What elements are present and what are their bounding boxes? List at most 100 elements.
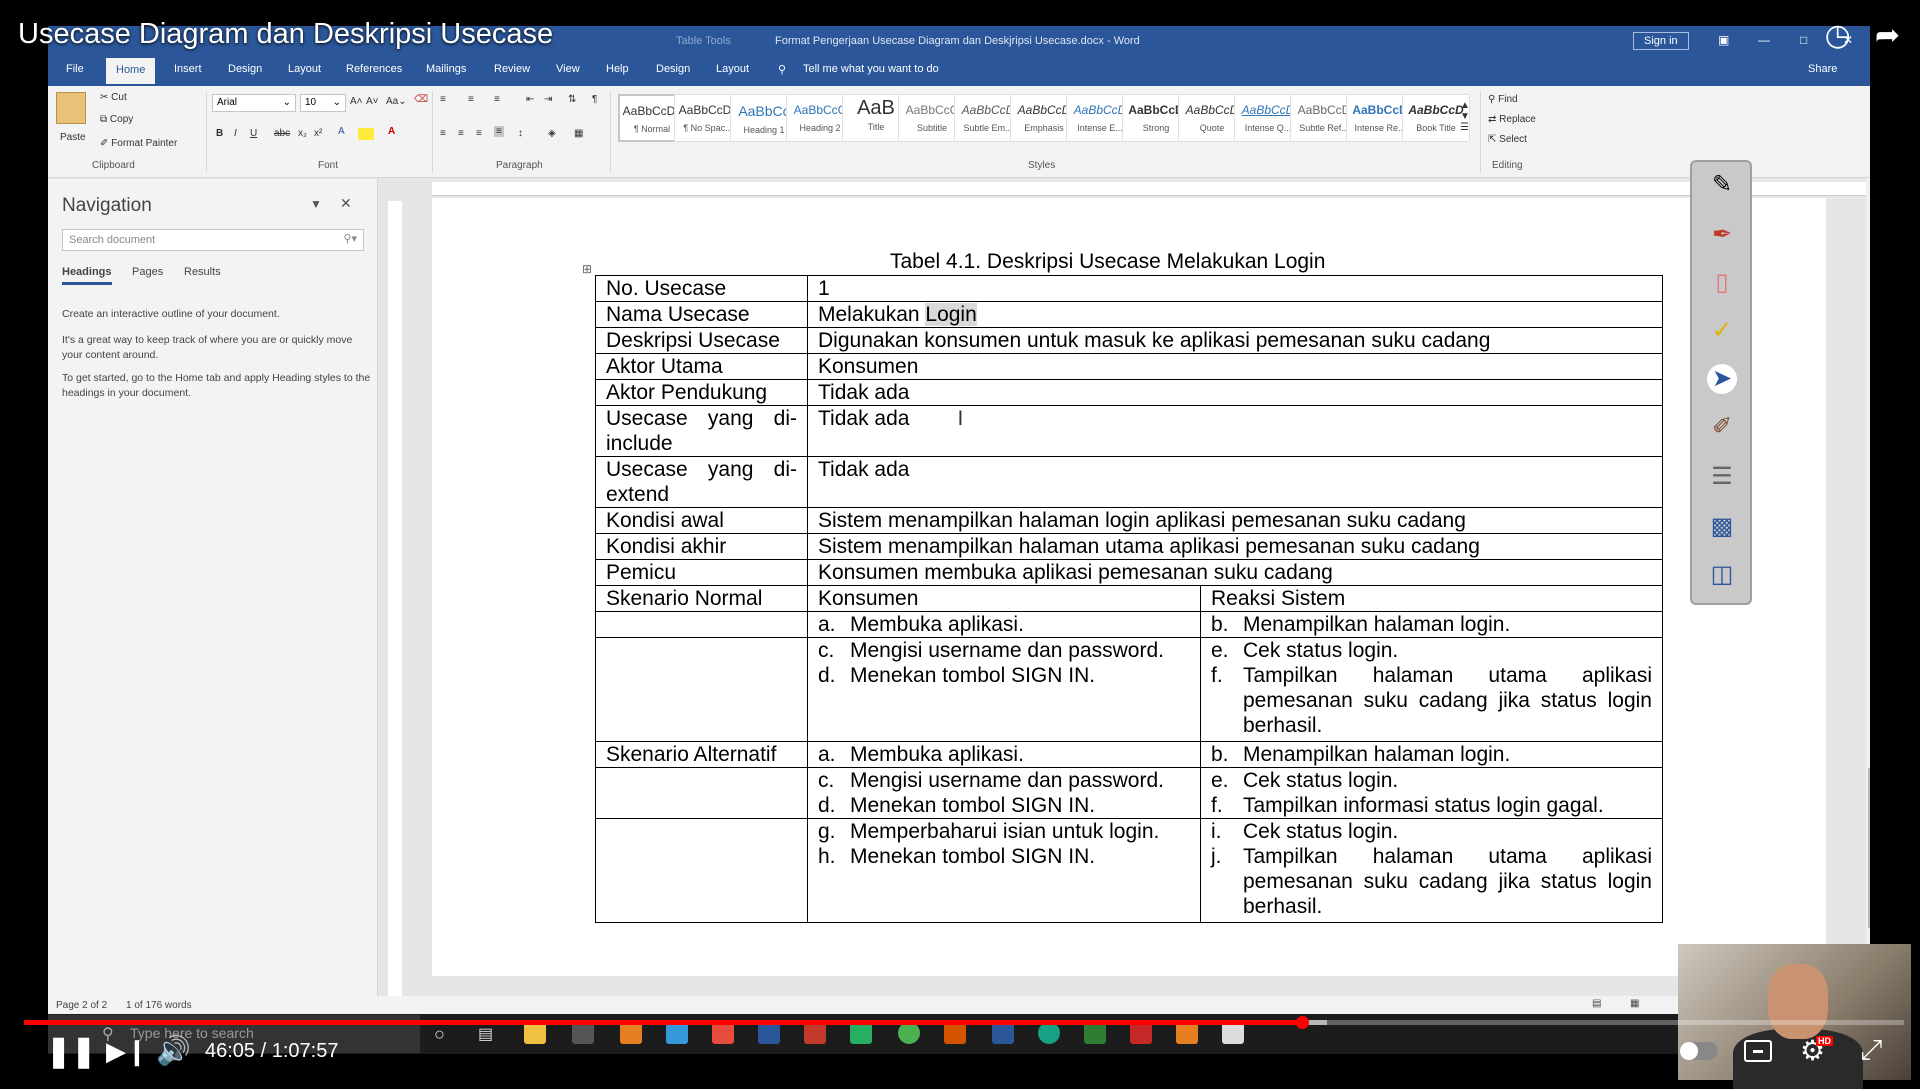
- borders-icon[interactable]: ▦: [574, 128, 583, 139]
- justify-icon[interactable]: ≡: [494, 126, 504, 137]
- row-value[interactable]: Melakukan Login: [807, 301, 1663, 328]
- tab-mailings[interactable]: Mailings: [426, 63, 466, 75]
- actor-step-cell[interactable]: c. Mengisi username dan password. d. Menek…: [807, 637, 1201, 742]
- row-value[interactable]: Konsumen: [807, 353, 1663, 380]
- vertical-ruler[interactable]: [388, 201, 402, 1011]
- text-effects-icon[interactable]: A: [338, 126, 345, 137]
- superscript-icon[interactable]: x²: [314, 128, 322, 139]
- autoplay-toggle-icon[interactable]: [1680, 1042, 1718, 1060]
- page-count[interactable]: Page 2 of 2: [56, 1000, 107, 1011]
- column-header-system[interactable]: Reaksi Sistem: [1200, 585, 1663, 612]
- align-center-icon[interactable]: ≡: [458, 128, 464, 139]
- clear-formatting-icon[interactable]: ⌫: [414, 94, 428, 105]
- actor-step-cell[interactable]: a. Membuka aplikasi.: [807, 611, 1201, 638]
- copy-button[interactable]: ⧉ Copy: [100, 114, 133, 125]
- grow-font-icon[interactable]: A˄: [350, 96, 363, 107]
- read-mode-icon[interactable]: ▤: [1592, 998, 1601, 1009]
- video-title[interactable]: Usecase Diagram dan Deskripsi Usecase: [18, 18, 553, 51]
- row-value[interactable]: Tidak ada: [807, 456, 1663, 508]
- tab-pages[interactable]: Pages: [132, 266, 163, 278]
- row-value[interactable]: Digunakan konsumen untuk masuk ke aplika…: [807, 327, 1663, 354]
- subtitles-icon[interactable]: ▬: [1744, 1040, 1772, 1062]
- app-icon[interactable]: [1222, 1022, 1244, 1044]
- system-step-cell[interactable]: b. Menampilkan halaman login.: [1200, 741, 1663, 768]
- row-value[interactable]: Sistem menampilkan halaman login aplikas…: [807, 507, 1663, 534]
- app-icon[interactable]: [850, 1022, 872, 1044]
- selected-text[interactable]: Login: [925, 303, 977, 326]
- cortana-icon[interactable]: ○: [434, 1024, 445, 1045]
- windows-icon[interactable]: ◫: [1707, 560, 1737, 590]
- tab-insert[interactable]: Insert: [174, 63, 202, 75]
- exit-fullscreen-icon[interactable]: ⤢: [1860, 1034, 1882, 1067]
- chrome-icon[interactable]: [898, 1022, 920, 1044]
- row-value[interactable]: Tidak ada I: [807, 405, 1663, 457]
- screen-icon[interactable]: ▩: [1707, 512, 1737, 542]
- subscript-icon[interactable]: x₂: [298, 128, 307, 139]
- row-value[interactable]: Sistem menampilkan halaman utama aplikas…: [807, 533, 1663, 560]
- print-layout-icon[interactable]: ▦: [1630, 998, 1639, 1009]
- system-step-cell[interactable]: e. Cek status login. f. Tampilkan informas…: [1200, 767, 1663, 819]
- shading-icon[interactable]: ◈: [548, 128, 556, 139]
- next-icon[interactable]: ▶❙: [106, 1036, 148, 1067]
- actor-step-cell[interactable]: a. Membuka aplikasi.: [807, 741, 1201, 768]
- column-header-actor[interactable]: Konsumen: [807, 585, 1201, 612]
- search-icon[interactable]: ⚲▾: [343, 232, 357, 245]
- share-icon[interactable]: ➦: [1875, 18, 1900, 54]
- actor-step-cell[interactable]: c. Mengisi username dan password. d. Menek…: [807, 767, 1201, 819]
- select-button[interactable]: ⇱ Select: [1488, 134, 1527, 145]
- highlight-color-icon[interactable]: [358, 128, 374, 140]
- search-app-icon[interactable]: [620, 1022, 642, 1044]
- brush-icon[interactable]: ✐: [1707, 412, 1737, 442]
- tab-file[interactable]: File: [66, 63, 84, 75]
- actor-step-cell[interactable]: g. Memperbaharui isian untuk login. h. Men…: [807, 818, 1201, 923]
- tab-results[interactable]: Results: [184, 266, 221, 278]
- tell-me-input[interactable]: Tell me what you want to do: [803, 63, 939, 75]
- app-icon[interactable]: [1130, 1022, 1152, 1044]
- font-color-icon[interactable]: A: [388, 126, 395, 137]
- horizontal-ruler[interactable]: [432, 182, 1870, 196]
- line-spacing-icon[interactable]: ↕: [518, 128, 523, 139]
- paste-icon[interactable]: [56, 92, 86, 124]
- underline-icon[interactable]: U: [250, 128, 257, 139]
- row-value[interactable]: 1: [807, 275, 1663, 302]
- lines-icon[interactable]: ☰: [1707, 462, 1737, 492]
- word-count[interactable]: 1 of 176 words: [126, 1000, 192, 1011]
- empty-cell[interactable]: [595, 767, 808, 819]
- eraser-icon[interactable]: ▯: [1707, 268, 1737, 298]
- empty-cell[interactable]: [595, 818, 808, 923]
- find-button[interactable]: ⚲ Find: [1488, 94, 1518, 105]
- pane-options-icon[interactable]: ▼: [310, 197, 322, 211]
- task-view-icon[interactable]: ▤: [478, 1024, 493, 1044]
- app-icon[interactable]: [666, 1022, 688, 1044]
- italic-icon[interactable]: I: [234, 128, 237, 139]
- share-button[interactable]: Share: [1808, 63, 1837, 75]
- replace-button[interactable]: ⇄ Replace: [1488, 114, 1536, 125]
- highlighter-icon[interactable]: ✓: [1707, 316, 1737, 346]
- shrink-font-icon[interactable]: A˅: [366, 96, 379, 107]
- bold-icon[interactable]: B: [216, 128, 223, 139]
- app-icon[interactable]: [1084, 1022, 1106, 1044]
- tab-home[interactable]: Home: [106, 58, 156, 84]
- app-icon[interactable]: [944, 1022, 966, 1044]
- align-left-icon[interactable]: ≡: [440, 128, 446, 139]
- app-icon[interactable]: [758, 1022, 780, 1044]
- tab-help[interactable]: Help: [606, 63, 629, 75]
- close-pane-icon[interactable]: ✕: [340, 195, 352, 212]
- system-step-cell[interactable]: i. Cek status login. j. Tampilkan halaman …: [1200, 818, 1663, 923]
- tab-review[interactable]: Review: [494, 63, 530, 75]
- scrollbar-thumb[interactable]: [1868, 768, 1870, 928]
- minimize-icon[interactable]: —: [1758, 33, 1770, 47]
- tab-design[interactable]: Design: [228, 63, 262, 75]
- font-name-select[interactable]: Arial ⌄: [212, 94, 296, 112]
- paste-button[interactable]: Paste: [60, 132, 86, 143]
- system-step-cell[interactable]: b. Menampilkan halaman login.: [1200, 611, 1663, 638]
- app-icon[interactable]: [572, 1022, 594, 1044]
- pause-icon[interactable]: ❚❚: [46, 1034, 96, 1069]
- sign-in-button[interactable]: Sign in: [1633, 32, 1689, 50]
- search-document-input[interactable]: Search document ⚲▾: [62, 229, 364, 251]
- sort-icon[interactable]: ⇅: [568, 94, 576, 105]
- app-icon[interactable]: [1176, 1022, 1198, 1044]
- tab-layout[interactable]: Layout: [288, 63, 321, 75]
- word-icon[interactable]: [992, 1022, 1014, 1044]
- clock-icon[interactable]: ◷: [1825, 18, 1851, 54]
